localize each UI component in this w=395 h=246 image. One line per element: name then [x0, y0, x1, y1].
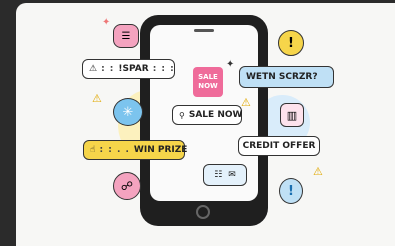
exclamation-icon: ! [279, 178, 303, 204]
exclamation-icon: ! [278, 30, 304, 56]
spar-dots-right: : : : [152, 64, 175, 74]
sale-tile-line1: SALE [198, 73, 218, 81]
spar-dots-left: : : [101, 64, 115, 74]
sparkle-icon: ✦ [102, 17, 111, 28]
chart-icon: ▥ [280, 103, 304, 127]
wetn-label: WETN SCRZR? [246, 72, 318, 82]
mail-icon: ✉ [228, 170, 236, 180]
credit-offer-label: CREDIT OFFER [242, 141, 316, 151]
home-button [196, 205, 210, 219]
warning-triangle-icon: ⚠ [92, 92, 102, 105]
spar-label: !SPAR [118, 64, 149, 74]
credit-offer-bubble: CREDIT OFFER [238, 136, 320, 156]
sale-tile-line2: NOW [198, 82, 218, 90]
spar-bubble: ⚠ : : !SPAR : : : [82, 59, 175, 79]
wetn-bubble: WETN SCRZR? [239, 66, 334, 88]
sale-now-tile: SALE NOW [193, 67, 223, 97]
sale-now-label: SALE NOW [188, 110, 243, 120]
chat-icon: ☷ [214, 170, 223, 180]
win-prize-bubble: ☝ : : . . WIN PRIZE [83, 140, 188, 160]
pin-icon: ⚲ [179, 110, 185, 120]
warning-icon: ⚠ [89, 64, 98, 74]
warning-triangle-icon: ⚠ [313, 165, 323, 178]
snowflake-icon: ✳ [113, 98, 143, 126]
win-prize-dots: : : . . [99, 145, 130, 155]
cursor-icon: ☍ [113, 172, 141, 200]
win-prize-label: WIN PRIZE [133, 145, 188, 155]
warning-triangle-icon: ⚠ [241, 96, 251, 109]
sale-now-bubble: ⚲ SALE NOW [172, 105, 242, 125]
document-chat-icon: ☰ [113, 24, 139, 48]
sparkle-icon: ✦ [226, 59, 235, 70]
phone-notch [194, 29, 214, 32]
chat-mail-bubble: ☷ ✉ [203, 164, 247, 186]
hand-icon: ☝ [90, 145, 96, 155]
